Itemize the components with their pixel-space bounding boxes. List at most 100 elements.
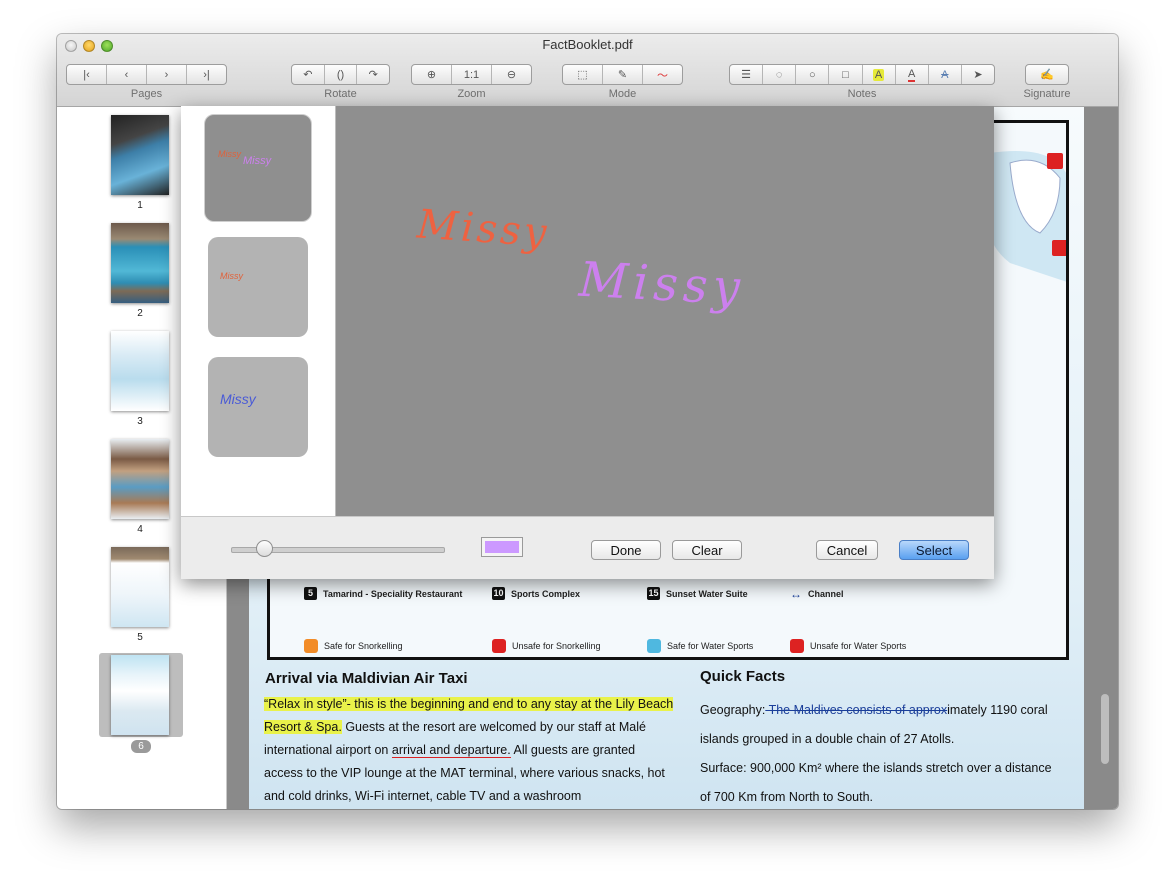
right-heading: Quick Facts (700, 668, 786, 685)
pointer-icon: ➤ (973, 69, 983, 81)
underline-icon: A (908, 67, 916, 82)
page-thumbnail-4[interactable] (111, 439, 169, 519)
signature-icon: ✍ (1040, 69, 1054, 81)
page-number-3: 3 (137, 416, 143, 427)
page-number-6: 6 (131, 740, 151, 753)
color-swatch (485, 541, 519, 553)
pen-width-slider-knob[interactable] (256, 540, 273, 557)
highlight-icon: A (872, 68, 885, 81)
select-button[interactable]: Select (899, 540, 969, 560)
underline-button[interactable]: A (896, 65, 929, 84)
legend-item-unsafe-snorkelling: Unsafe for Snorkelling (492, 639, 601, 653)
page-thumbnail-2[interactable] (111, 223, 169, 303)
previous-page-button[interactable]: ‹ (107, 65, 147, 84)
mode-label: Mode (608, 88, 637, 100)
zoom-in-icon: ⊕ (426, 69, 437, 81)
next-page-icon: › (164, 68, 169, 81)
zoom-label: Zoom (457, 88, 486, 100)
channel-arrow-icon: ↔ (790, 587, 802, 601)
left-heading: Arrival via Maldivian Air Taxi (265, 670, 468, 687)
legend-item-tamarind: 5 Tamarind - Speciality Restaurant (304, 587, 462, 600)
signature-item-1[interactable]: Missy Missy (204, 114, 312, 222)
notes-label: Notes (847, 88, 877, 100)
notes-group: ☰ ◌ ○ □ A A A ➤ (729, 64, 995, 85)
vertical-scrollbar[interactable] (1101, 694, 1109, 764)
signature-2-text: Missy (220, 271, 243, 281)
signature-canvas[interactable]: Missy Missy (336, 106, 994, 516)
signature-1-text: Missy (218, 149, 241, 159)
page-thumbnail-3[interactable] (111, 331, 169, 411)
snorkel-safe-icon (304, 639, 318, 653)
highlight-button[interactable]: A (863, 65, 896, 84)
zoom-in-button[interactable]: ⊕ (412, 65, 452, 84)
next-page-button[interactable]: › (147, 65, 187, 84)
titlebar: FactBooklet.pdf |‹ ‹ › ›| Pages ↶ () ↷ R… (57, 34, 1118, 107)
signature-item-3[interactable]: Missy (208, 357, 308, 457)
right-paragraph[interactable]: Geography: The Maldives consists of appr… (700, 696, 1062, 809)
canvas-signature-purple: Missy (577, 251, 747, 317)
text-box-icon: ☰ (741, 69, 751, 81)
legend-item-safe-water-sports: Safe for Water Sports (647, 639, 753, 653)
water-sports-unsafe-icon (790, 639, 804, 653)
no-snorkel-icon-top (1047, 153, 1063, 169)
select-mode-button[interactable]: ⬚ (563, 65, 603, 84)
pen-mode-button[interactable]: ✎ (603, 65, 643, 84)
page-thumbnail-5[interactable] (111, 547, 169, 627)
signature-pen-icon: 〜 (657, 69, 668, 82)
struck-text[interactable]: The Maldives consists of approx (765, 703, 948, 717)
rotate-right-icon: ↷ (368, 69, 378, 81)
pointer-button[interactable]: ➤ (962, 65, 994, 84)
legend-item-sports-complex: 10 Sports Complex (492, 587, 581, 600)
text-box-button[interactable]: ☰ (730, 65, 764, 84)
first-page-button[interactable]: |‹ (67, 65, 107, 84)
page-number-2: 2 (137, 308, 143, 319)
actual-size-button[interactable]: 1:1 (452, 65, 492, 84)
last-page-button[interactable]: ›| (187, 65, 226, 84)
legend-item-sunset-water-suite: 15 Sunset Water Suite (647, 587, 748, 600)
page-thumbnail-1[interactable] (111, 115, 169, 195)
done-button[interactable]: Done (591, 540, 661, 560)
rectangle-button[interactable]: □ (829, 65, 863, 84)
window-title: FactBooklet.pdf (542, 37, 633, 52)
pages-label: Pages (130, 88, 163, 100)
legend-item-channel: ↔ Channel (790, 587, 844, 601)
snorkel-unsafe-icon (492, 639, 506, 653)
no-snorkel-icon-mid (1052, 240, 1066, 256)
page-thumbnail-6[interactable] (111, 655, 169, 735)
zoom-out-button[interactable]: ⊖ (492, 65, 531, 84)
clear-button[interactable]: Clear (672, 540, 742, 560)
rotate-left-button[interactable]: ↶ (292, 65, 325, 84)
rotate-left-icon: ↶ (303, 69, 313, 81)
circle-button[interactable]: ○ (796, 65, 830, 84)
previous-page-icon: ‹ (124, 68, 129, 81)
canvas-signature-orange: Missy (415, 201, 551, 257)
strikethrough-button[interactable]: A (929, 65, 962, 84)
flip-button[interactable]: () (325, 65, 358, 84)
signature-item-2[interactable]: Missy (208, 237, 308, 337)
legend-item-safe-snorkelling: Safe for Snorkelling (304, 639, 403, 653)
rectangle-icon: □ (842, 68, 849, 81)
color-well[interactable] (481, 537, 523, 557)
page-number-4: 4 (137, 524, 143, 535)
rotate-right-button[interactable]: ↷ (357, 65, 389, 84)
left-paragraph[interactable]: “Relax in style”- this is the beginning … (264, 693, 676, 808)
select-mode-icon: ⬚ (577, 69, 588, 81)
underlined-text[interactable]: arrival and departure. (391, 743, 511, 758)
rotate-label: Rotate (324, 88, 357, 100)
flip-icon: () (336, 68, 345, 81)
signature-controls: Done Clear Cancel Select (181, 516, 994, 579)
strikethrough-icon: A (941, 68, 949, 81)
zoom-out-icon: ⊖ (506, 69, 517, 81)
signature-group: ✍ (1025, 64, 1069, 85)
circle-icon: ○ (808, 68, 816, 81)
signature-pen-button[interactable]: 〜 (643, 65, 682, 84)
comment-button[interactable]: ◌ (763, 65, 797, 84)
pages-group: |‹ ‹ › ›| (66, 64, 227, 85)
cancel-button[interactable]: Cancel (816, 540, 878, 560)
signature-1-text-2: Missy (243, 155, 272, 167)
rotate-group: ↶ () ↷ (291, 64, 390, 85)
signature-list: Missy Missy Missy Missy (181, 106, 336, 516)
signature-button[interactable]: ✍ (1026, 65, 1068, 84)
page-number-1: 1 (137, 200, 143, 211)
signature-3-text: Missy (220, 391, 256, 407)
